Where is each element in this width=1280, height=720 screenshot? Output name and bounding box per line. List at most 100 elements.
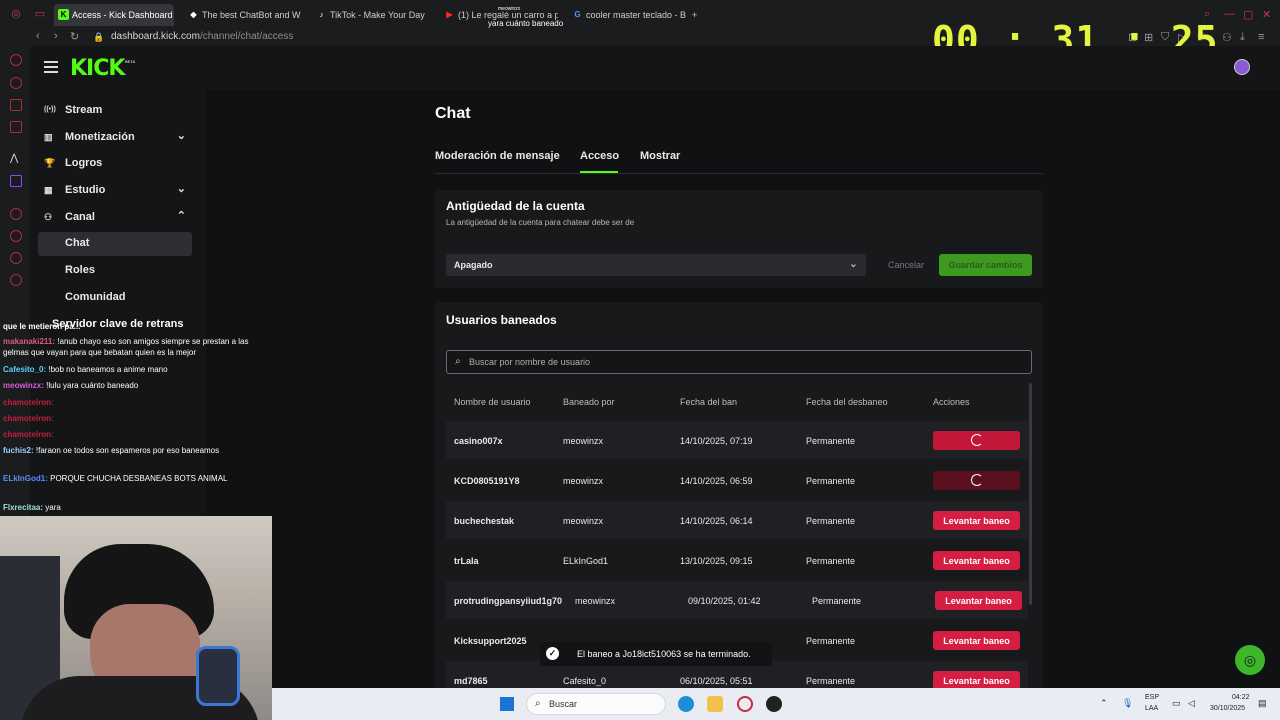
sidebar-item-stream[interactable]: ((•)) Stream <box>38 99 192 123</box>
stream-icon: ((•)) <box>44 106 56 113</box>
user-avatar[interactable] <box>1234 59 1250 75</box>
clock-date[interactable]: 30/10/2025 <box>1210 705 1245 712</box>
column-header-banned-by[interactable]: Baneado por <box>563 397 615 407</box>
obs-icon[interactable] <box>766 696 782 712</box>
network-icon[interactable]: ▭ <box>1172 698 1181 709</box>
sidebar-item-studio[interactable]: ▦ Estudio ⌄ <box>38 179 192 203</box>
cell-ban-date: 13/10/2025, 09:15 <box>680 556 753 566</box>
sidebar-subitem-chat[interactable]: Chat <box>38 232 192 256</box>
rail-app-icon[interactable] <box>10 99 22 111</box>
volume-icon[interactable]: ◁ <box>1188 698 1195 709</box>
sidebar-subitem-roles[interactable]: Roles <box>38 259 192 283</box>
column-header-username[interactable]: Nombre de usuario <box>454 397 531 407</box>
cell-username: md7865 <box>454 676 488 686</box>
chat-message: Flxrecitaa: yara <box>3 502 265 513</box>
chat-message: makanaki211: !anub chayo eso son amigos … <box>3 336 265 358</box>
rail-app-icon[interactable] <box>10 121 22 133</box>
cancel-button[interactable]: Cancelar <box>880 254 932 276</box>
download-icon[interactable]: ⤓ <box>1240 31 1245 44</box>
active-tab-indicator <box>580 171 618 173</box>
maximize-icon[interactable]: ▢ <box>1243 8 1253 21</box>
column-header-ban-date[interactable]: Fecha del ban <box>680 397 737 407</box>
url-field[interactable]: dashboard.kick.com/channel/chat/access <box>111 31 293 42</box>
edge-icon[interactable] <box>678 696 694 712</box>
search-input[interactable]: ⌕ Buscar por nombre de usuario <box>446 350 1032 374</box>
cell-username: casino007x <box>454 436 503 446</box>
unban-button[interactable]: Levantar baneo <box>935 591 1022 610</box>
column-header-unban-date[interactable]: Fecha del desbaneo <box>806 397 888 407</box>
rail-app-icon[interactable] <box>10 252 22 264</box>
tab-label: Access - Kick Dashboard <box>72 10 173 20</box>
settings-icon[interactable] <box>10 274 22 286</box>
notification-icon[interactable]: ▤ <box>1258 698 1267 709</box>
table-row: casino007x meowinzx 14/10/2025, 07:19 Pe… <box>446 421 1028 459</box>
browser-tab-4[interactable]: G cooler master teclado - B <box>568 4 690 26</box>
hamburger-menu-icon[interactable] <box>44 61 58 73</box>
keyboard-layout[interactable]: LAA <box>1145 705 1158 712</box>
rail-app-icon[interactable] <box>10 54 22 66</box>
kick-logo[interactable]: KICK <box>70 56 125 81</box>
opera-logo-icon[interactable]: ◎ <box>10 8 22 20</box>
menu-icon[interactable]: ≡ <box>1258 31 1264 43</box>
tray-overflow-icon[interactable]: ⌃ <box>1100 698 1108 709</box>
cell-ban-date: 14/10/2025, 06:59 <box>680 476 753 486</box>
save-changes-button[interactable]: Guardar cambios <box>939 254 1032 276</box>
table-row: buchechestak meowinzx 14/10/2025, 06:14 … <box>446 501 1028 539</box>
sidebar-item-channel[interactable]: ⚇ Canal ⌃ <box>38 206 192 230</box>
rail-arc-icon[interactable]: ⋀ <box>10 153 22 165</box>
loading-spinner-icon <box>971 434 983 446</box>
keyboard-language[interactable]: ESP <box>1145 694 1159 701</box>
unban-button[interactable]: Levantar baneo <box>933 551 1020 570</box>
table-scrollbar[interactable] <box>1029 383 1032 605</box>
chat-text: PORQUE CHUCHA DESBANEAS BOTS ANIMAL <box>50 474 228 483</box>
new-tab-button[interactable]: + <box>692 4 706 26</box>
chat-text: !bob no baneamos a anime mano <box>48 365 168 374</box>
history-icon[interactable] <box>10 230 22 242</box>
sidebar-item-achievements[interactable]: 🏆 Logros <box>38 152 192 176</box>
chat-message: fuchis2: !faraon oe todos son espameros … <box>3 445 265 456</box>
browser-tab-2[interactable]: ♪ TikTok - Make Your Day <box>312 4 430 26</box>
taskbar-search[interactable]: ⌕ Buscar <box>526 693 666 715</box>
kick-favicon-icon: K <box>58 9 69 20</box>
unban-button[interactable] <box>933 471 1020 490</box>
rail-app-icon[interactable] <box>10 208 22 220</box>
chevron-down-icon: ⌄ <box>176 130 186 142</box>
unban-button[interactable]: Levantar baneo <box>933 631 1020 650</box>
account-age-select[interactable]: Apagado ⌄ <box>446 254 866 276</box>
file-explorer-icon[interactable] <box>707 696 723 712</box>
browser-tab-1[interactable]: ◆ The best ChatBot and W <box>184 4 302 26</box>
twitch-icon[interactable] <box>10 175 22 187</box>
overlay-top-message: yara cuánto baneado <box>488 19 564 28</box>
clock-time[interactable]: 04:22 <box>1232 694 1250 701</box>
unban-button[interactable]: Levantar baneo <box>933 511 1020 530</box>
cell-unban-date: Permanente <box>806 516 856 526</box>
workspaces-icon[interactable]: ▭ <box>34 8 46 20</box>
unban-button[interactable] <box>933 431 1020 450</box>
minimize-icon[interactable]: — <box>1224 8 1235 20</box>
beta-badge: BETA <box>125 59 136 64</box>
tab-display[interactable]: Mostrar <box>640 150 680 162</box>
tab-message-moderation[interactable]: Moderación de mensaje <box>435 150 560 162</box>
chat-message: que le metieron pa... <box>3 321 265 332</box>
sidebar-item-label: Estudio <box>65 184 106 196</box>
profile-icon[interactable]: ⚇ <box>1222 31 1232 44</box>
table-row: KCD0805191Y8 meowinzx 14/10/2025, 06:59 … <box>446 461 1028 499</box>
browser-tab-0[interactable]: K Access - Kick Dashboard <box>54 4 174 26</box>
back-icon[interactable]: ‹ <box>36 30 40 42</box>
lock-icon: 🔒 <box>93 32 105 42</box>
chevron-down-icon: ⌄ <box>176 183 186 195</box>
close-icon[interactable]: ✕ <box>1262 8 1271 21</box>
reload-icon[interactable]: ↻ <box>70 30 79 43</box>
sidebar-subitem-community[interactable]: Comunidad <box>38 286 192 310</box>
sidebar-item-monetization[interactable]: ▥ Monetización ⌄ <box>38 126 192 150</box>
windows-start-icon[interactable] <box>500 697 514 711</box>
tab-access[interactable]: Acceso <box>580 150 619 162</box>
chat-username: Flxrecitaa: <box>3 503 44 512</box>
support-icon[interactable]: ◎ <box>1235 645 1265 675</box>
tray-mic-icon[interactable]: 🎙 <box>1122 698 1133 709</box>
opera-taskbar-icon[interactable] <box>737 696 753 712</box>
forward-icon[interactable]: › <box>54 30 58 42</box>
cell-ban-date: 06/10/2025, 05:51 <box>680 676 753 686</box>
rail-app-icon[interactable] <box>10 77 22 89</box>
cell-unban-date: Permanente <box>806 676 856 686</box>
